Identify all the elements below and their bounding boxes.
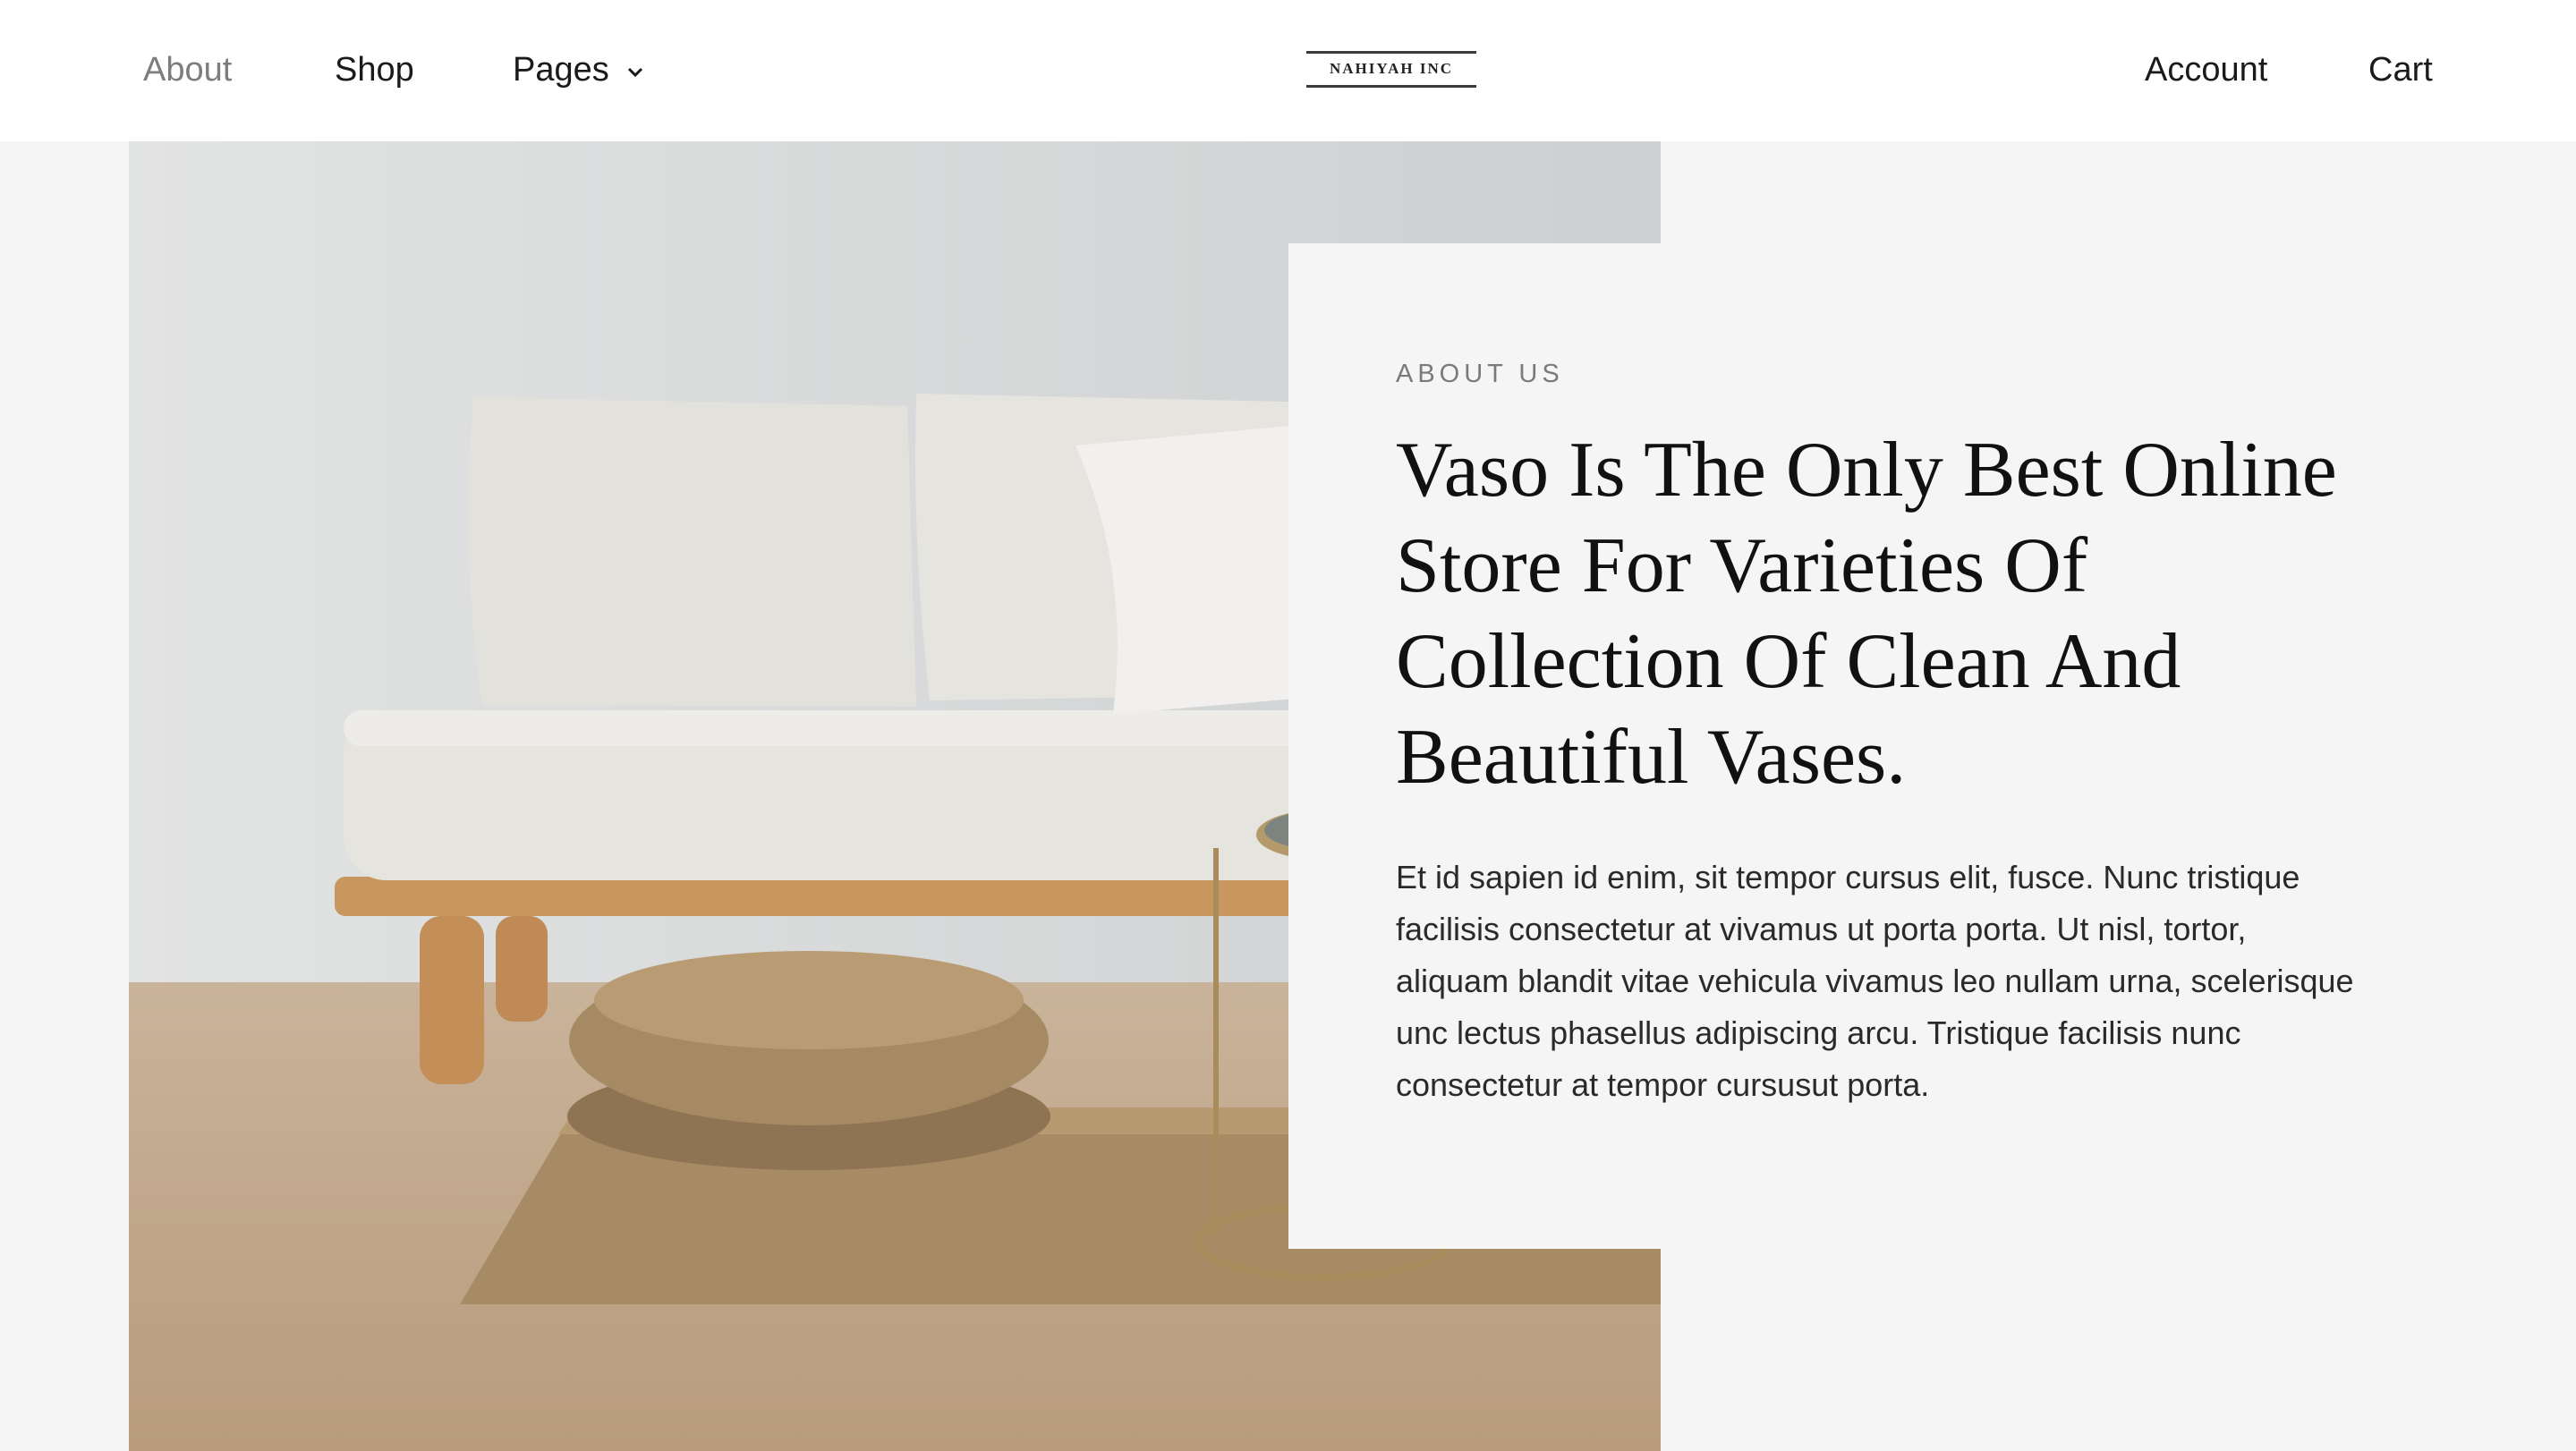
top-navigation: About Shop Pages NAHIYAH INC Account Car… <box>0 0 2576 141</box>
about-body-text: Et id sapien id enim, sit tempor cursus … <box>1396 859 2354 1103</box>
section-eyebrow: ABOUT US <box>1396 360 1564 388</box>
chevron-down-icon <box>628 67 643 78</box>
logo-top-rule <box>1306 51 1476 54</box>
nav-link-account[interactable]: Account <box>2145 45 2267 95</box>
logo-text: NAHIYAH INC <box>1329 60 1454 77</box>
nav-link-pages[interactable]: Pages <box>513 45 647 95</box>
logo-bottom-rule <box>1306 85 1476 88</box>
about-headline: Vaso Is The Only Best Online Store For V… <box>1396 427 2337 801</box>
nav-link-about[interactable]: About <box>143 45 232 95</box>
nav-link-cart[interactable]: Cart <box>2368 45 2433 95</box>
nav-link-shop[interactable]: Shop <box>335 45 414 95</box>
nav-link-pages-label: Pages <box>513 51 609 89</box>
about-card: ABOUT US Vaso Is The Only Best Online St… <box>1288 243 2416 1249</box>
brand-logo[interactable]: NAHIYAH INC <box>1306 51 1476 89</box>
